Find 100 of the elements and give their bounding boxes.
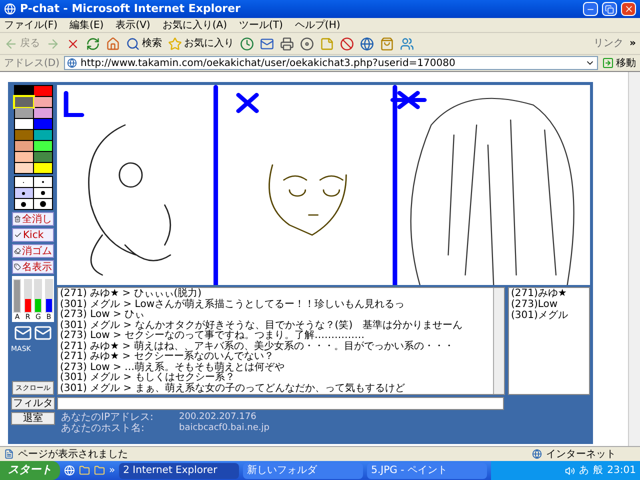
info-value: baicbcacf0.bai.ne.jp [179, 423, 270, 434]
minimize-button[interactable] [583, 2, 598, 16]
mail-icon[interactable] [14, 324, 32, 342]
task-button[interactable]: 5.JPG - ペイント [367, 462, 488, 478]
forward-icon [46, 36, 60, 50]
user-name[interactable]: (273)Low [511, 299, 587, 310]
page-scrollbar[interactable] [628, 72, 640, 446]
color-swatch[interactable] [14, 163, 32, 173]
chat-message: (271) みゆ★ > 萌えはね、、アキバ系の、美少女系の・・・。目がでっかい系の・・・ [60, 342, 455, 352]
refresh-icon [86, 36, 100, 50]
chat-message: (273) Low > …萌え系。そもそも萌えとは何ぞや [60, 362, 286, 372]
chat-message: (273) Low > セクシーなのって事ですね。つまり。了解…………… [60, 331, 366, 341]
slider-track[interactable] [24, 279, 32, 313]
chat-message: (301) メグル > もしくはセクシー系？ [60, 373, 236, 383]
clock-icon [240, 36, 254, 50]
filter-button[interactable]: フィルタ [11, 397, 55, 410]
more-chevron[interactable]: » [109, 463, 116, 478]
tool-button[interactable]: Kick [12, 228, 54, 242]
color-swatch[interactable] [34, 141, 52, 151]
color-swatch[interactable] [14, 119, 32, 129]
status-text: ページが表示されました [18, 448, 129, 462]
color-swatch[interactable] [14, 141, 32, 151]
star-icon [168, 36, 182, 50]
chat-message: (301) メグル > まぁ、萌え系な女の子のってどんなだか、って気もするけど [60, 384, 406, 394]
toolbar-button[interactable]: 検索 [126, 34, 162, 52]
app-icon [4, 3, 16, 15]
people-icon [400, 36, 414, 50]
toolbar-button[interactable] [300, 34, 314, 52]
restore-button[interactable] [602, 2, 617, 16]
slider-track[interactable] [44, 279, 53, 313]
menu-item[interactable]: 表示(V) [116, 18, 150, 32]
links-label[interactable]: リンク [594, 36, 624, 51]
ban-icon [340, 36, 354, 50]
window-title: P-chat - Microsoft Internet Explorer [20, 0, 242, 17]
scrollbar[interactable] [493, 288, 504, 394]
printer-icon [280, 36, 294, 50]
color-swatch[interactable] [14, 152, 32, 162]
chat-message: (301) メグル > なんかオタクが好きそうな、目でかそうな？(笑) 基準は分かりませーん [60, 320, 464, 330]
folder-icon[interactable] [79, 465, 90, 476]
color-swatch[interactable] [34, 86, 52, 96]
zone-text: インターネット [546, 448, 617, 462]
task-button[interactable]: 新しいフォルダ [243, 462, 364, 478]
home-icon [106, 36, 120, 50]
menu-item[interactable]: お気に入り(A) [162, 18, 227, 32]
chat-message: (271) みゆ★ > ひぃぃぃ(脱力) [60, 289, 203, 299]
info-label: あなたのIPアドレス: [61, 412, 154, 423]
slider-track[interactable] [34, 279, 42, 313]
toolbar-button[interactable] [280, 34, 294, 52]
exit-button[interactable]: 退室 [11, 412, 55, 425]
trash-icon [14, 215, 21, 223]
menu-item[interactable]: ヘルプ(H) [294, 18, 340, 32]
color-swatch[interactable] [34, 130, 52, 140]
toolbar-button[interactable] [240, 34, 254, 52]
color-swatch[interactable] [34, 152, 52, 162]
start-button[interactable]: スタート [0, 461, 60, 480]
toolbar-button[interactable] [360, 34, 374, 52]
color-swatch[interactable] [34, 119, 52, 129]
pen-size-option[interactable] [34, 188, 52, 198]
tool-button[interactable]: 名表示 [12, 260, 54, 274]
pen-size-option[interactable] [34, 199, 52, 209]
go-button[interactable]: 移動 [602, 56, 636, 70]
toolbar-button[interactable]: お気に入り [168, 34, 234, 52]
folder-icon[interactable] [94, 465, 105, 476]
globe-icon [532, 449, 542, 459]
color-swatch[interactable] [34, 108, 52, 118]
close-button[interactable] [621, 2, 636, 16]
tool-button[interactable]: 全消し [12, 212, 54, 226]
pen-size-option[interactable] [14, 199, 32, 209]
toolbar-button[interactable] [340, 34, 354, 52]
pen-size-option[interactable] [14, 188, 32, 198]
disc-icon [300, 36, 314, 50]
pen-size-option[interactable] [34, 177, 52, 187]
speaker-icon[interactable] [565, 466, 576, 476]
restore-icon [605, 4, 614, 14]
menu-item[interactable]: ファイル(F) [4, 18, 58, 32]
more-chevron[interactable]: » [630, 36, 636, 51]
color-swatch[interactable] [14, 108, 32, 118]
user-name[interactable]: (271)みゆ★ [511, 288, 587, 299]
menu-item[interactable]: 編集(E) [70, 18, 104, 32]
tool-button[interactable]: 消ゴム [12, 244, 54, 258]
search-icon [126, 36, 140, 50]
color-swatch[interactable] [34, 163, 52, 173]
chat-message: (301) メグル > Lowさんが萌え系描こうとしてるー！！珍しいもん見れるっ [60, 300, 406, 310]
toolbar-button[interactable] [106, 34, 120, 52]
color-swatch[interactable] [14, 130, 32, 140]
user-name[interactable]: (301)メグル [511, 310, 587, 321]
mail-icon [260, 36, 274, 50]
task-button[interactable]: 2 Internet Explorer [119, 462, 240, 478]
back-icon [4, 36, 18, 50]
address-field[interactable]: http://www.takamin.com/oekakichat/user/oekakichat3.php?userid=170080 [64, 56, 598, 70]
pen-size-option[interactable] [14, 177, 32, 187]
info-value: 200.202.207.176 [179, 412, 258, 423]
mail-icon[interactable] [34, 324, 52, 342]
toolbar-button[interactable] [380, 34, 394, 52]
menu-item[interactable]: ツール(T) [239, 18, 283, 32]
close-icon [624, 4, 634, 14]
message-input[interactable] [57, 397, 504, 410]
color-swatch[interactable] [34, 97, 52, 107]
bag-icon [380, 36, 394, 50]
color-swatch[interactable] [14, 97, 32, 107]
